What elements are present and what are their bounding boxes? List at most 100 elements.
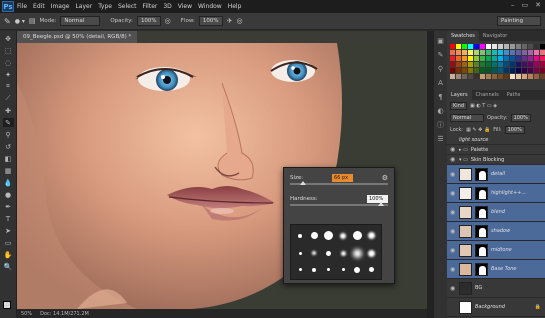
swatch[interactable]	[510, 74, 515, 79]
swatch[interactable]	[516, 68, 521, 73]
swatch[interactable]	[456, 44, 461, 49]
swatch[interactable]	[492, 56, 497, 61]
swatch[interactable]	[534, 74, 539, 79]
swatch[interactable]	[528, 44, 533, 49]
eyedropper-tool-icon[interactable]: ⟋	[3, 94, 14, 103]
swatch[interactable]	[468, 50, 473, 55]
workspace-select[interactable]: Painting	[497, 16, 541, 26]
zoom-level[interactable]: 50%	[21, 311, 32, 317]
swatch[interactable]	[504, 62, 509, 67]
group-row[interactable]: ◉ ▸ ▭ Palette	[447, 145, 545, 155]
minimize-icon[interactable]: –	[511, 1, 515, 9]
brush-preset-picker[interactable]: ● ▾	[15, 18, 25, 25]
swatch[interactable]	[492, 74, 497, 79]
swatch[interactable]	[462, 68, 467, 73]
menu-layer[interactable]: Layer	[75, 3, 92, 10]
pressure-size-icon[interactable]: ◎	[237, 17, 243, 25]
brush-tip[interactable]	[354, 266, 361, 273]
visibility-eye-icon[interactable]: ◉	[450, 146, 456, 153]
swatch[interactable]	[528, 50, 533, 55]
brush-tip[interactable]	[340, 232, 347, 239]
menu-select[interactable]: Select	[118, 3, 137, 10]
clone-stamp-tool-icon[interactable]: ⚲	[3, 130, 14, 139]
swatch[interactable]	[510, 50, 515, 55]
swatch[interactable]	[522, 50, 527, 55]
swatch[interactable]	[498, 50, 503, 55]
swatch[interactable]	[522, 44, 527, 49]
type-tool-icon[interactable]: T	[3, 214, 14, 223]
swatch[interactable]	[528, 56, 533, 61]
swatch[interactable]	[456, 56, 461, 61]
quick-select-tool-icon[interactable]: ✦	[3, 70, 14, 79]
swatch[interactable]	[516, 74, 521, 79]
layer-mask-thumbnail[interactable]	[475, 224, 488, 238]
visibility-eye-icon[interactable]: ◉	[450, 247, 456, 254]
popup-gear-icon[interactable]: ⚙	[382, 174, 388, 182]
swatch[interactable]	[462, 44, 467, 49]
visibility-eye-icon[interactable]: ◉	[450, 285, 456, 292]
visibility-eye-icon[interactable]: ◉	[450, 190, 456, 197]
swatch[interactable]	[522, 74, 527, 79]
menu-window[interactable]: Window	[198, 3, 222, 10]
size-input[interactable]: 66 px	[331, 173, 353, 182]
swatch[interactable]	[534, 68, 539, 73]
visibility-eye-icon[interactable]: ◉	[450, 228, 456, 235]
swatch[interactable]	[468, 62, 473, 67]
tab-swatches[interactable]: Swatches	[447, 31, 479, 41]
layer-row[interactable]: light source	[447, 136, 545, 145]
swatch[interactable]	[474, 62, 479, 67]
swatch[interactable]	[504, 68, 509, 73]
swatch[interactable]	[480, 56, 485, 61]
dodge-tool-icon[interactable]: ●	[3, 190, 14, 199]
swatch[interactable]	[486, 62, 491, 67]
clone-source-icon[interactable]: ⚲	[437, 65, 445, 73]
layer-mask-thumbnail[interactable]	[475, 167, 488, 181]
swatch[interactable]	[486, 50, 491, 55]
brush-tip[interactable]	[298, 268, 302, 272]
history-icon[interactable]: ▣	[437, 37, 445, 45]
menu-help[interactable]: Help	[228, 3, 242, 10]
swatch[interactable]	[450, 56, 455, 61]
swatch[interactable]	[492, 62, 497, 67]
swatch[interactable]	[534, 50, 539, 55]
brush-tool-icon[interactable]: ✎	[2, 118, 14, 127]
eraser-tool-icon[interactable]: ◧	[3, 154, 14, 163]
swatch[interactable]	[450, 44, 455, 49]
zoom-tool-icon[interactable]: 🔍	[3, 262, 14, 271]
path-select-tool-icon[interactable]: ➤	[3, 226, 14, 235]
visibility-eye-icon[interactable]: ◉	[450, 171, 456, 178]
swatch[interactable]	[486, 44, 491, 49]
close-icon[interactable]: ✕	[535, 1, 541, 9]
gradient-tool-icon[interactable]: ▦	[3, 166, 14, 175]
move-tool-icon[interactable]: ✥	[3, 34, 14, 43]
crop-tool-icon[interactable]: ⌗	[3, 82, 14, 91]
layer-row[interactable]: ◉ midtone	[447, 241, 545, 260]
menu-image[interactable]: Image	[51, 3, 70, 10]
filter-icons[interactable]: ▣ ◐ T ▭ ◈	[470, 103, 497, 109]
swatch[interactable]	[450, 62, 455, 67]
swatch[interactable]	[462, 74, 467, 79]
menu-file[interactable]: File	[17, 3, 27, 10]
swatch[interactable]	[516, 62, 521, 67]
swatch[interactable]	[504, 44, 509, 49]
swatch[interactable]	[498, 62, 503, 67]
kind-filter-select[interactable]: Kind	[450, 102, 468, 110]
brush-tip[interactable]	[368, 249, 376, 257]
swatch[interactable]	[528, 68, 533, 73]
swatch[interactable]	[522, 62, 527, 67]
fill-input[interactable]: 100%	[504, 126, 525, 134]
swatch[interactable]	[456, 50, 461, 55]
mode-select[interactable]: Normal	[60, 16, 101, 26]
menu-filter[interactable]: Filter	[143, 3, 158, 10]
swatch[interactable]	[486, 56, 491, 61]
brush-tip[interactable]	[312, 251, 317, 256]
brush-tip[interactable]	[310, 232, 318, 240]
layer-row[interactable]: ◉ blend	[447, 203, 545, 222]
brush-tip[interactable]	[340, 250, 346, 256]
swatch[interactable]	[474, 56, 479, 61]
swatch[interactable]	[474, 74, 479, 79]
marquee-tool-icon[interactable]: ⬚	[3, 46, 14, 55]
layer-mask-thumbnail[interactable]	[475, 262, 488, 276]
doc-size[interactable]: Doc: 14.1M/271.2M	[40, 311, 89, 317]
swatch[interactable]	[498, 68, 503, 73]
